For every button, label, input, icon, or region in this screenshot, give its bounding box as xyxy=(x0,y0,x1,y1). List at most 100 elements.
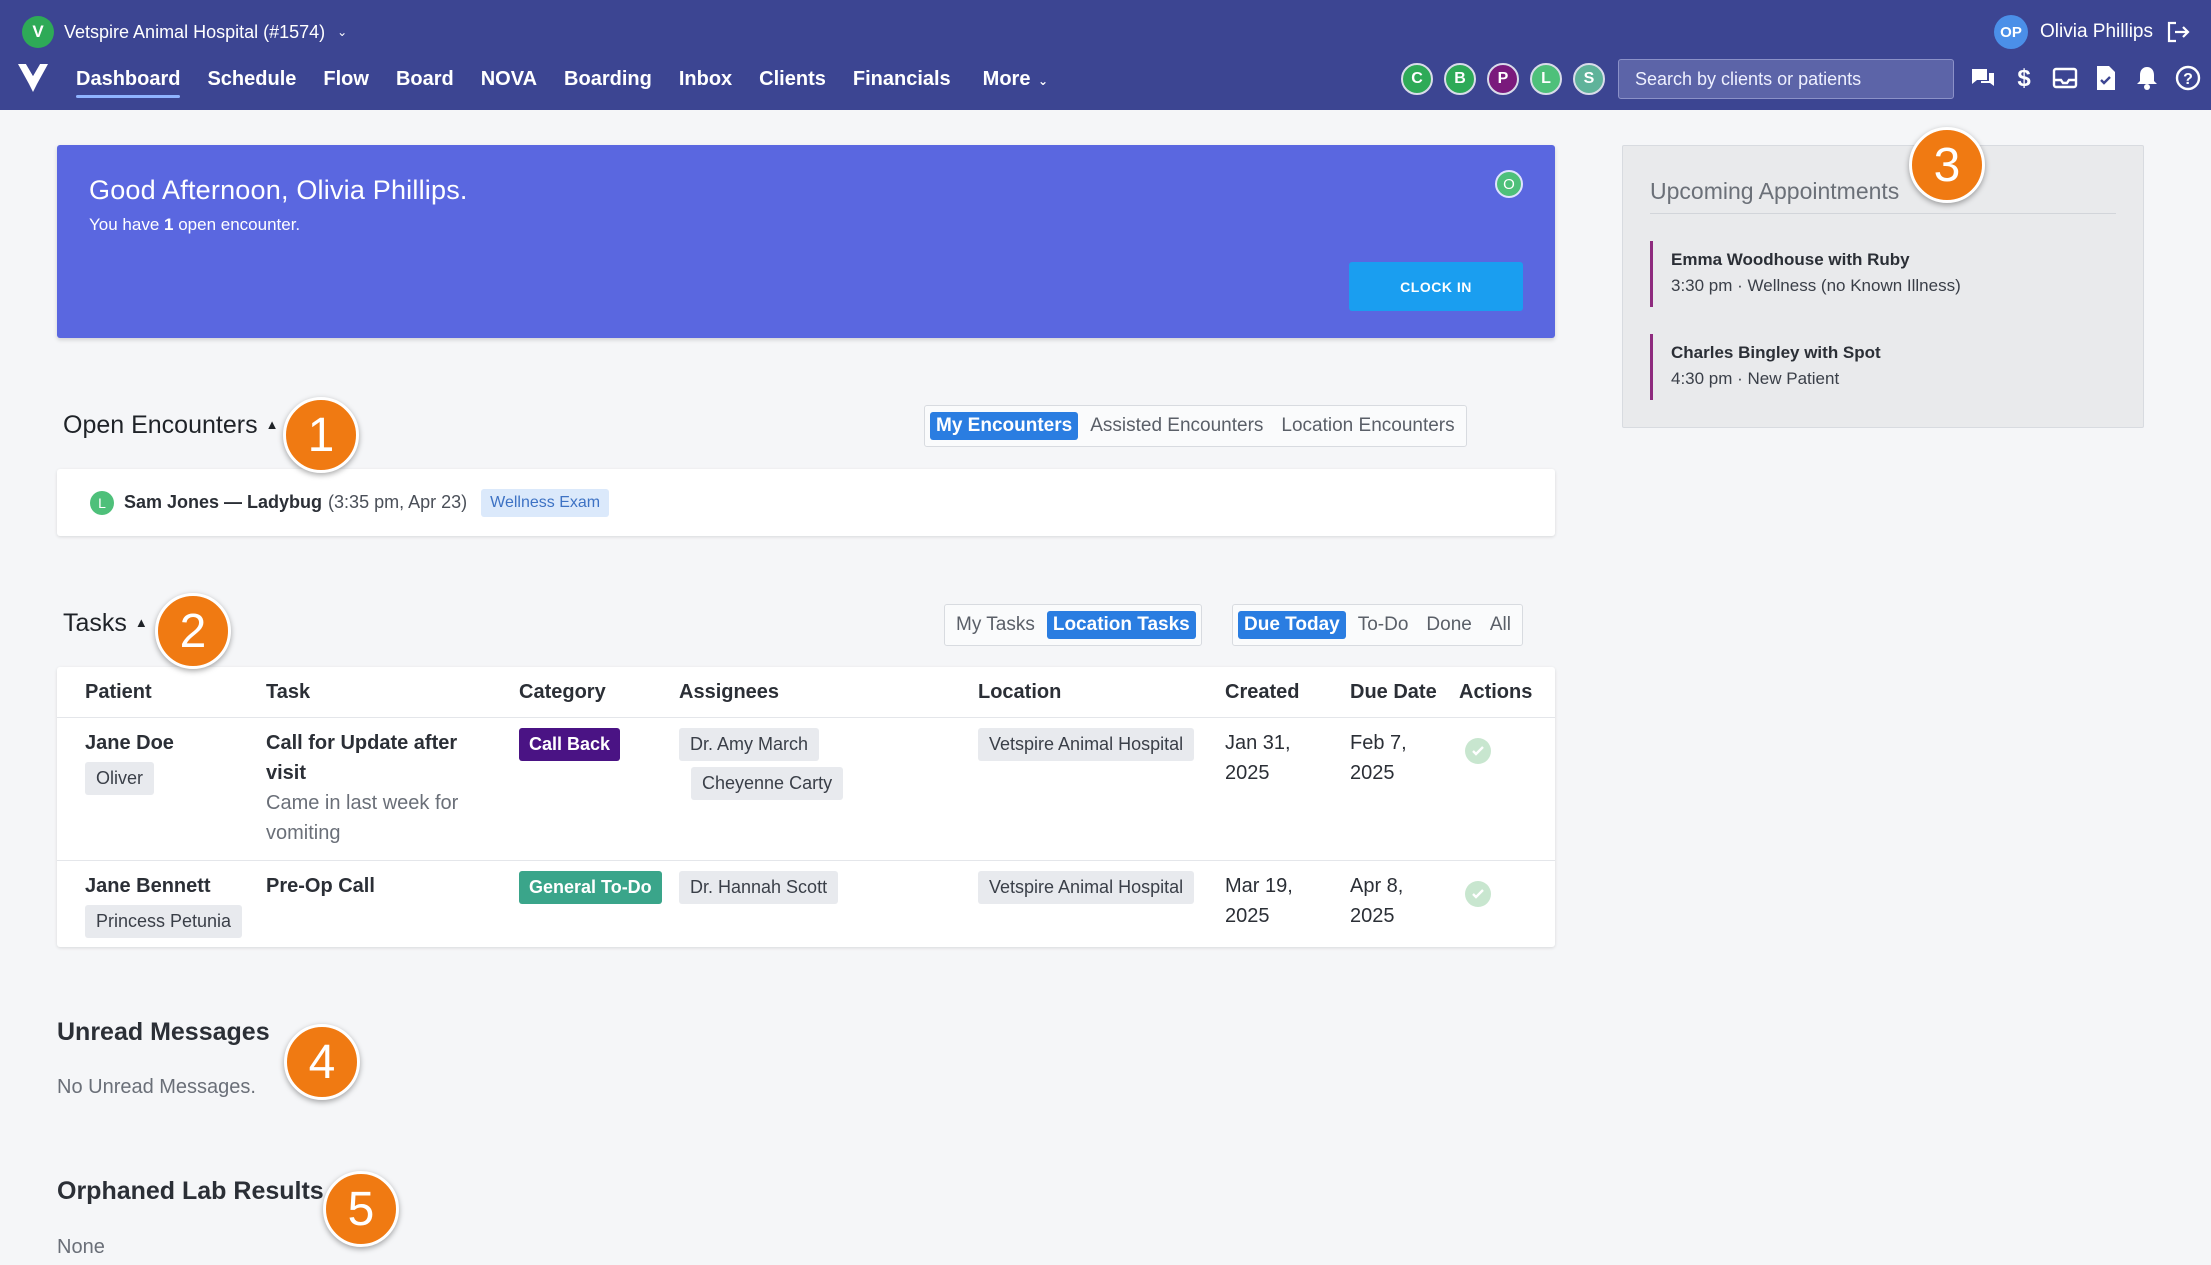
bell-icon[interactable] xyxy=(2134,64,2160,92)
nav-more-label: More xyxy=(982,68,1031,90)
callout-badge-4: 4 xyxy=(284,1024,360,1100)
nav-more[interactable]: More ⌄ xyxy=(983,60,1048,98)
client-name[interactable]: Jane Doe xyxy=(85,732,174,754)
patient-chip[interactable]: Oliver xyxy=(85,762,155,795)
task-due-filter: Due Today To-Do Done All xyxy=(1232,604,1523,646)
callout-badge-5: 5 xyxy=(323,1171,399,1247)
appointment-item[interactable]: Charles Bingley with Spot 4:30 pm · New … xyxy=(1650,334,2110,400)
table-header: Patient Task Category Assignees Location… xyxy=(57,667,1555,718)
task-cell: Pre-Op Call xyxy=(266,871,486,901)
table-row[interactable]: Jane Bennett Princess Petunia Pre-Op Cal… xyxy=(57,861,1555,947)
complete-task-check-icon[interactable] xyxy=(1465,881,1491,907)
column-header-created[interactable]: Created xyxy=(1225,681,1299,704)
main-nav: Dashboard Schedule Flow Board NOVA Board… xyxy=(76,60,1048,100)
logout-icon[interactable] xyxy=(2165,20,2191,44)
user-name: Olivia Phillips xyxy=(2040,21,2153,42)
tasks-title: Tasks xyxy=(63,609,127,637)
location-chip: Vetspire Animal Hospital xyxy=(978,728,1195,761)
hospital-selector[interactable]: V Vetspire Animal Hospital (#1574) ⌄ xyxy=(22,15,347,49)
status-circle-s[interactable]: S xyxy=(1573,63,1605,95)
nav-dashboard[interactable]: Dashboard xyxy=(76,60,181,98)
patient-chip[interactable]: Princess Petunia xyxy=(85,905,243,938)
nav-nova[interactable]: NOVA xyxy=(481,60,537,98)
document-check-icon[interactable] xyxy=(2093,64,2119,92)
divider xyxy=(1650,213,2116,214)
open-encounters-title: Open Encounters xyxy=(63,411,258,439)
category-badge: General To-Do xyxy=(519,871,662,904)
tasks-toggle[interactable]: Tasks ▲ xyxy=(63,609,148,638)
filter-assisted-encounters[interactable]: Assisted Encounters xyxy=(1084,412,1269,440)
category-cell: General To-Do xyxy=(519,871,662,904)
status-circle-b[interactable]: B xyxy=(1444,63,1476,95)
filter-due-today[interactable]: Due Today xyxy=(1238,611,1346,639)
column-header-category[interactable]: Category xyxy=(519,681,606,704)
chat-icon[interactable] xyxy=(1970,64,1996,92)
filter-to-do[interactable]: To-Do xyxy=(1352,611,1415,639)
encounter-time: (3:35 pm, Apr 23) xyxy=(328,492,468,512)
encounter-type-tag: Wellness Exam xyxy=(481,488,610,517)
help-icon[interactable]: ? xyxy=(2175,64,2201,92)
task-cell: Call for Update after visit Came in last… xyxy=(266,728,486,848)
table-row[interactable]: Jane Doe Oliver Call for Update after vi… xyxy=(57,718,1555,861)
tasks-table: Patient Task Category Assignees Location… xyxy=(57,667,1555,947)
created-date: Jan 31, 2025 xyxy=(1225,732,1291,784)
nav-schedule[interactable]: Schedule xyxy=(207,60,296,98)
caret-up-icon: ▲ xyxy=(265,417,279,432)
column-header-due-date[interactable]: Due Date xyxy=(1350,681,1437,704)
chevron-down-icon: ⌄ xyxy=(1038,74,1049,88)
encounter-status-badge: L xyxy=(90,490,114,515)
hospital-badge: V xyxy=(22,16,54,48)
filter-my-tasks[interactable]: My Tasks xyxy=(950,611,1041,639)
filter-my-encounters[interactable]: My Encounters xyxy=(930,412,1079,440)
complete-task-check-icon[interactable] xyxy=(1465,738,1491,764)
toolbar-icons: $ ? xyxy=(1970,64,2201,92)
unread-messages-title: Unread Messages xyxy=(57,1018,270,1046)
filter-location-encounters[interactable]: Location Encounters xyxy=(1275,412,1460,440)
chevron-down-icon: ⌄ xyxy=(337,25,348,39)
search-input[interactable] xyxy=(1618,59,1954,99)
filter-all[interactable]: All xyxy=(1484,611,1517,639)
appointment-name: Charles Bingley with Spot xyxy=(1671,343,1881,362)
svg-text:?: ? xyxy=(2183,71,2193,88)
nav-inbox[interactable]: Inbox xyxy=(679,60,732,98)
appointment-meta: 4:30 pm · New Patient xyxy=(1671,369,1840,388)
user-menu[interactable]: OP Olivia Phillips xyxy=(1994,15,2191,49)
task-scope-filter: My Tasks Location Tasks xyxy=(944,604,1202,646)
nav-financials[interactable]: Financials xyxy=(853,60,951,98)
column-header-patient[interactable]: Patient xyxy=(85,681,152,704)
appointment-item[interactable]: Emma Woodhouse with Ruby 3:30 pm · Welln… xyxy=(1650,241,2110,307)
task-title[interactable]: Pre-Op Call xyxy=(266,875,375,897)
filter-done[interactable]: Done xyxy=(1420,611,1477,639)
status-circle-p[interactable]: P xyxy=(1487,63,1519,95)
open-suffix: open encounter. xyxy=(178,215,301,234)
task-title[interactable]: Call for Update after visit xyxy=(266,732,457,784)
nav-clients[interactable]: Clients xyxy=(759,60,826,98)
open-encounters-toggle[interactable]: Open Encounters ▲ xyxy=(63,411,278,440)
status-circle-l[interactable]: L xyxy=(1530,63,1562,95)
dollar-icon[interactable]: $ xyxy=(2011,64,2037,92)
encounter-row[interactable]: L Sam Jones — Ladybug (3:35 pm, Apr 23) … xyxy=(57,469,1555,536)
filter-location-tasks[interactable]: Location Tasks xyxy=(1046,611,1196,639)
vetspire-logo-icon[interactable] xyxy=(16,62,50,94)
inbox-icon[interactable] xyxy=(2052,64,2078,92)
column-header-task[interactable]: Task xyxy=(266,681,310,704)
unread-messages-empty: No Unread Messages. xyxy=(57,1076,256,1098)
assignees-cell: Dr. Hannah Scott xyxy=(679,871,839,904)
encounter-name[interactable]: Sam Jones — Ladybug xyxy=(124,492,322,513)
nav-flow[interactable]: Flow xyxy=(323,60,369,98)
nav-board[interactable]: Board xyxy=(396,60,454,98)
top-navigation-bar: V Vetspire Animal Hospital (#1574) ⌄ OP … xyxy=(0,0,2211,110)
column-header-assignees[interactable]: Assignees xyxy=(679,681,779,704)
orphaned-lab-results-title: Orphaned Lab Results xyxy=(57,1177,324,1205)
status-circle-c[interactable]: C xyxy=(1401,63,1433,95)
status-circles: C B P L S xyxy=(1401,63,1605,95)
clock-in-button[interactable]: CLOCK IN xyxy=(1349,262,1523,311)
client-name[interactable]: Jane Bennett xyxy=(85,875,211,897)
callout-badge-2: 2 xyxy=(155,593,231,669)
task-note: Came in last week for vomiting xyxy=(266,792,459,844)
column-header-location[interactable]: Location xyxy=(978,681,1061,704)
hospital-name: Vetspire Animal Hospital (#1574) xyxy=(64,21,326,42)
appointment-meta: 3:30 pm · Wellness (no Known Illness) xyxy=(1671,276,1961,295)
nav-boarding[interactable]: Boarding xyxy=(564,60,652,98)
patient-cell: Jane Bennett Princess Petunia xyxy=(85,871,243,938)
